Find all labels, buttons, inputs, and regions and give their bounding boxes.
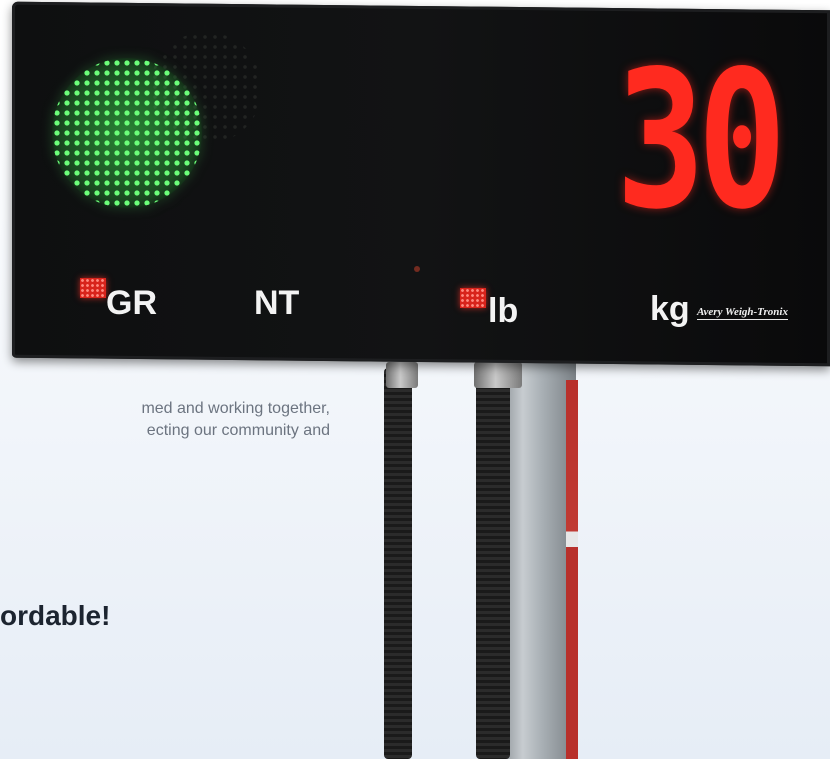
gross-indicator-light (80, 278, 106, 298)
net-label: NT (254, 284, 300, 322)
body-paragraph-line-2: ecting our community and (146, 422, 330, 439)
conduit-fitting-left (386, 362, 418, 388)
kilograms-label: kg (650, 290, 690, 328)
brand-logo: Avery Weigh-Tronix (697, 306, 788, 320)
support-pole (500, 360, 576, 759)
pounds-indicator-light (460, 288, 486, 308)
conduit-right (476, 368, 510, 759)
conduit-fitting-right (474, 362, 522, 388)
conduit-left (384, 368, 412, 759)
body-paragraph: med and working together, ecting our com… (0, 398, 330, 442)
weight-readout: 30 (616, 30, 787, 251)
dust-speck (414, 266, 420, 272)
pounds-label: lb (488, 292, 519, 330)
gross-label: GR (106, 284, 157, 322)
pole-tape (566, 380, 578, 759)
headline: ordable! (0, 600, 111, 631)
traffic-light-green-icon (52, 58, 202, 208)
body-paragraph-line-1: med and working together, (141, 400, 330, 417)
